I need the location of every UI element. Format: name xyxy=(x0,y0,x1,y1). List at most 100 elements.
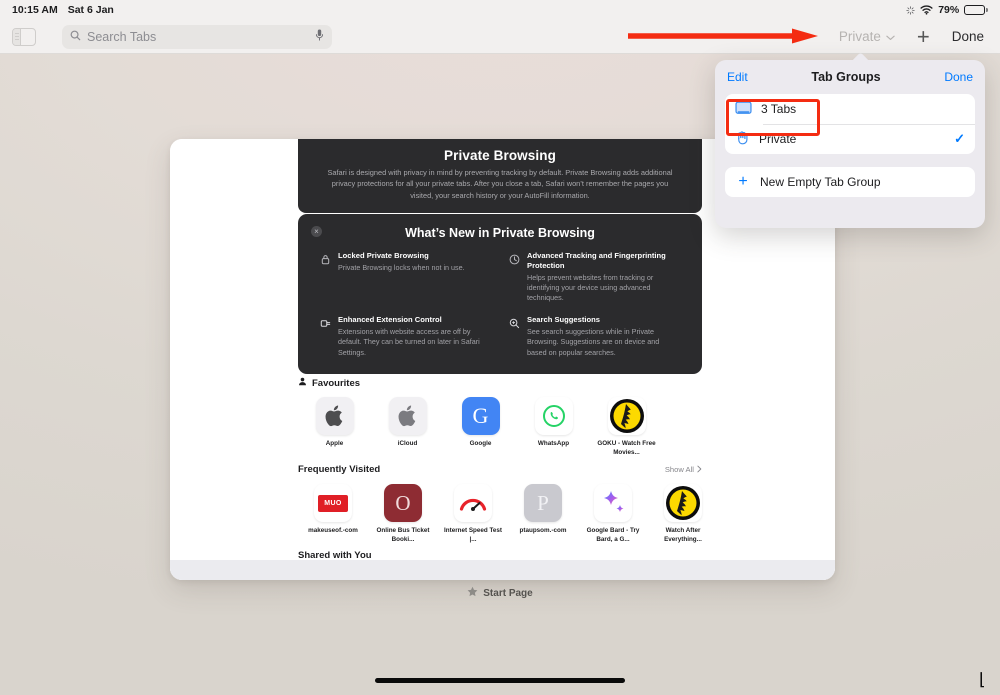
star-icon xyxy=(467,586,478,600)
whats-new-feature-grid: Locked Private Browsing Private Browsing… xyxy=(320,251,680,358)
frequently-visited-heading: Frequently Visited xyxy=(298,464,381,475)
start-page-text: Start Page xyxy=(483,587,533,599)
tab-groups-popover: Edit Tab Groups Done 3 Tabs Private ✓ + … xyxy=(715,60,985,228)
tab-group-list: 3 Tabs Private ✓ xyxy=(725,94,975,154)
hand-icon xyxy=(735,130,750,148)
status-date: Sat 6 Jan xyxy=(67,4,114,16)
new-tab-group-label: New Empty Tab Group xyxy=(760,175,881,189)
home-indicator[interactable] xyxy=(375,678,625,683)
letter-p-logo: P xyxy=(524,484,562,522)
feature-title: Search Suggestions xyxy=(527,315,601,325)
frequent-label: ptaupsom.-com xyxy=(519,527,567,534)
tabs-icon xyxy=(735,101,752,118)
speedtest-logo xyxy=(454,484,492,522)
favourite-tile[interactable]: iCloud xyxy=(371,397,444,457)
favourites-heading-label: Favourites xyxy=(312,377,361,389)
private-browsing-title: Private Browsing xyxy=(444,148,556,163)
microphone-icon[interactable] xyxy=(315,28,324,46)
frequent-tile[interactable]: Google Bard - Try Bard, a G... xyxy=(578,484,648,544)
search-icon xyxy=(70,28,81,46)
toolbar-right-actions: Private + Done xyxy=(839,25,988,48)
done-button[interactable]: Done xyxy=(952,29,984,44)
new-tab-button[interactable]: + xyxy=(917,25,930,48)
search-tabs-field[interactable] xyxy=(62,24,332,49)
feature-item: Locked Private Browsing Private Browsing… xyxy=(320,251,491,303)
favourites-heading: Favourites xyxy=(298,377,360,389)
person-icon xyxy=(298,377,307,389)
muo-logo: MUO xyxy=(314,484,352,522)
close-icon[interactable]: × xyxy=(311,226,322,237)
feature-item: Search Suggestions See search suggestion… xyxy=(509,315,680,358)
private-browsing-body: Safari is designed with privacy in mind … xyxy=(327,168,673,200)
favourite-tile[interactable]: Apple xyxy=(298,397,371,457)
tab-group-button[interactable]: Private xyxy=(839,29,895,44)
frequent-tile[interactable]: MUO makeuseof.-com xyxy=(298,484,368,544)
wifi-icon xyxy=(920,5,933,15)
feature-desc: Extensions with website access are off b… xyxy=(338,327,480,357)
feature-desc: Private Browsing locks when not in use. xyxy=(338,262,465,272)
apple-logo xyxy=(315,397,354,435)
feature-title: Advanced Tracking and Fingerprinting Pro… xyxy=(527,251,666,270)
search-input[interactable] xyxy=(87,29,309,44)
brightness-icon xyxy=(906,5,915,15)
frequent-tile[interactable]: Watch After Everything... xyxy=(648,484,718,544)
corner-mark-icon: ⌊ xyxy=(979,670,986,689)
favourites-heading-row: Favourites xyxy=(298,377,702,389)
frequent-label: Watch After Everything... xyxy=(664,527,702,543)
feature-item: Advanced Tracking and Fingerprinting Pro… xyxy=(509,251,680,303)
tab-group-row-private[interactable]: Private ✓ xyxy=(725,124,975,154)
sidebar-icon[interactable] xyxy=(12,27,36,46)
favourite-tile[interactable]: GOKU - Watch Free Movies... xyxy=(590,397,663,457)
battery-percent: 79% xyxy=(938,4,960,16)
status-time: 10:15 AM xyxy=(12,4,58,16)
favourite-tile[interactable]: G Google xyxy=(444,397,517,457)
favourite-tile[interactable]: WhatsApp xyxy=(517,397,590,457)
new-empty-tab-group-row[interactable]: + New Empty Tab Group xyxy=(725,167,975,197)
frequent-tile[interactable]: Internet Speed Test |... xyxy=(438,484,508,544)
bard-spark-logo xyxy=(594,484,632,522)
whatsapp-logo xyxy=(534,397,573,435)
popover-title: Tab Groups xyxy=(811,70,881,84)
favourite-label: GOKU - Watch Free Movies... xyxy=(597,440,656,456)
show-all-button[interactable]: Show All xyxy=(665,465,702,475)
goku-logo xyxy=(664,484,702,522)
status-bar-left: 10:15 AM Sat 6 Jan xyxy=(12,4,114,16)
frequent-label: Online Bus Ticket Booki... xyxy=(376,527,430,543)
clock-icon xyxy=(509,251,520,303)
frequent-tile[interactable]: O Online Bus Ticket Booki... xyxy=(368,484,438,544)
browser-toolbar: Private + Done xyxy=(0,20,1000,54)
status-bar-right: 79% xyxy=(906,4,988,16)
plus-icon: + xyxy=(738,173,748,190)
battery-icon xyxy=(964,4,988,16)
status-bar: 10:15 AM Sat 6 Jan 79% xyxy=(0,0,1000,20)
favourites-tiles: Apple iCloud G Google WhatsApp GOKU - Wa… xyxy=(298,397,718,457)
private-browsing-banner: Private Browsing Safari is designed with… xyxy=(298,139,702,214)
apple-logo xyxy=(388,397,427,435)
feature-desc: Helps prevent websites from tracking or … xyxy=(527,272,654,303)
tab-group-label: Private xyxy=(759,132,797,146)
popover-header: Edit Tab Groups Done xyxy=(715,60,985,94)
frequent-label: Internet Speed Test |... xyxy=(444,527,502,543)
popover-done-button[interactable]: Done xyxy=(944,70,973,84)
chevron-right-icon xyxy=(697,465,702,475)
frequent-tile[interactable]: P ptaupsom.-com xyxy=(508,484,578,544)
tab-group-label: 3 Tabs xyxy=(761,102,797,116)
favourite-label: Apple xyxy=(325,440,344,447)
goku-logo xyxy=(607,397,646,435)
favourite-label: WhatsApp xyxy=(537,440,570,447)
tab-group-row-3-tabs[interactable]: 3 Tabs xyxy=(725,94,975,124)
letter-o-logo: O xyxy=(384,484,422,522)
favourite-label: iCloud xyxy=(397,440,418,447)
frequently-visited-heading-row: Frequently Visited Show All xyxy=(298,464,702,475)
search-plus-icon xyxy=(509,315,520,358)
whats-new-card: × What’s New in Private Browsing Locked … xyxy=(298,214,702,374)
popover-arrow xyxy=(851,52,869,61)
chevron-down-icon xyxy=(886,29,895,44)
tab-group-label: Private xyxy=(838,29,881,44)
google-g: G xyxy=(461,397,500,435)
checkmark-icon: ✓ xyxy=(954,131,965,146)
frequently-visited-tiles: MUO makeuseof.-com O Online Bus Ticket B… xyxy=(298,484,718,544)
feature-desc: See search suggestions while in Private … xyxy=(527,327,660,357)
edit-button[interactable]: Edit xyxy=(727,70,748,84)
new-tab-group-list: + New Empty Tab Group xyxy=(725,167,975,197)
